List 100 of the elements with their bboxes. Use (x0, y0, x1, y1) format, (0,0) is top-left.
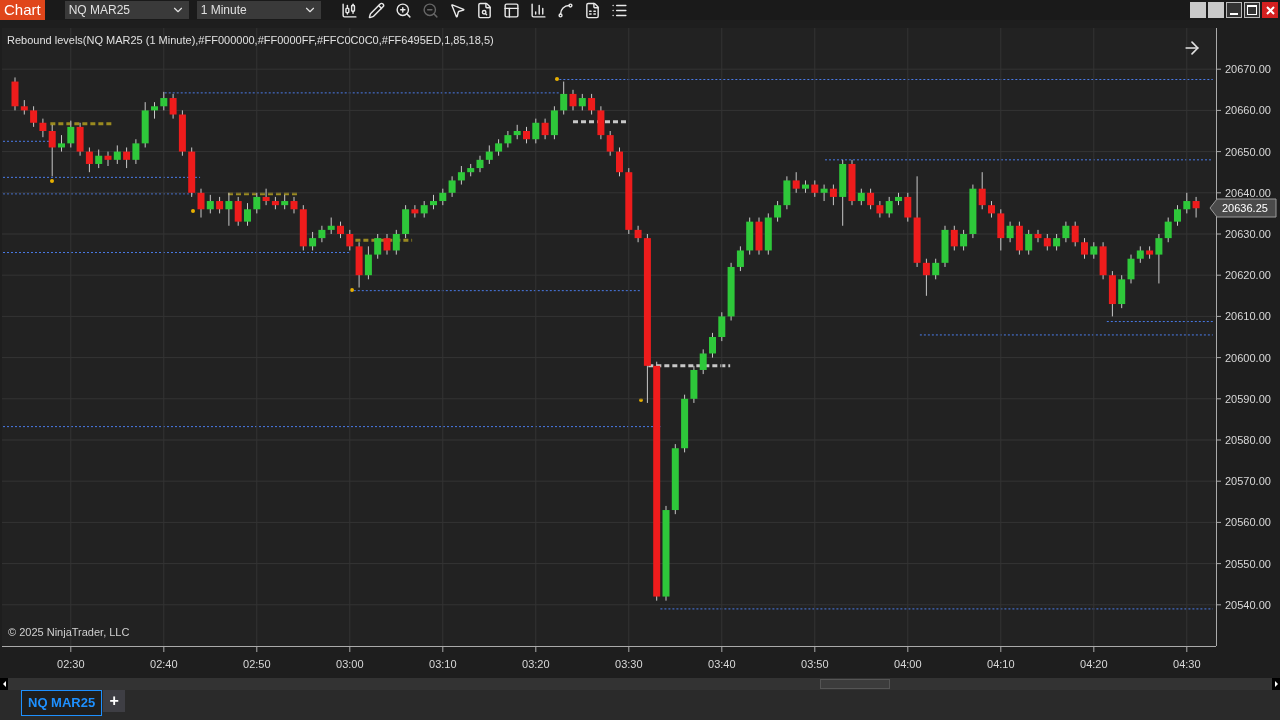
candlestick (476, 155, 484, 173)
zoom-in-icon[interactable] (394, 1, 412, 19)
price-label: 20610.00 (1225, 310, 1271, 323)
candlestick (978, 171, 986, 210)
candlestick (30, 105, 38, 128)
instrument-dropdown[interactable]: NQ MAR25 (64, 1, 189, 19)
candlestick (253, 192, 261, 214)
candlestick (290, 196, 298, 214)
candlestick (1155, 233, 1163, 284)
candlestick (876, 200, 884, 219)
candlestick (485, 144, 493, 165)
candlestick (634, 225, 642, 243)
chart-title-tab[interactable]: Chart (0, 0, 45, 20)
candlestick (867, 188, 875, 210)
pointer-icon[interactable] (448, 1, 466, 19)
time-label: 03:30 (615, 658, 643, 670)
candlestick (541, 118, 549, 140)
time-label: 03:00 (336, 658, 364, 670)
candlestick (588, 93, 596, 116)
candlestick (411, 204, 419, 219)
price-label: 20540.00 (1225, 598, 1271, 611)
price-label: 20670.00 (1225, 63, 1271, 76)
candlestick (48, 124, 56, 177)
price-label: 20630.00 (1225, 228, 1271, 240)
price-label: 20650.00 (1225, 145, 1271, 158)
candlestick (792, 171, 800, 194)
candlestick (560, 81, 568, 116)
close-icon (1265, 5, 1275, 15)
maximize-button[interactable] (1244, 2, 1260, 18)
price-label: 20640.00 (1225, 186, 1271, 199)
instrument-tab[interactable]: NQ MAR25 (21, 690, 103, 716)
candlestick (709, 332, 716, 359)
candlestick (234, 196, 242, 227)
candlestick (132, 138, 140, 165)
candlestick (169, 93, 177, 120)
panels-icon[interactable] (502, 1, 520, 19)
candlestick (104, 151, 112, 167)
close-button[interactable] (1262, 2, 1278, 18)
candlestick (718, 311, 726, 342)
candlestick (699, 348, 707, 375)
candlestick (1034, 229, 1042, 243)
time-label: 02:50 (243, 658, 271, 670)
candlestick (160, 91, 168, 111)
scroll-thumb[interactable] (820, 679, 890, 689)
scroll-right-icon[interactable] (1272, 678, 1280, 690)
add-tab-button[interactable]: + (103, 690, 126, 712)
indicator-label: Rebound levels(NQ MAR25 (1 Minute),#FF000000,#FF0000FF,#FFC0C0C0,#FF6495ED,1,85,18,5) (7, 34, 494, 46)
time-label: 02:40 (150, 658, 178, 670)
candlestick (569, 89, 577, 111)
spreadsheet-icon[interactable] (583, 1, 601, 19)
time-label: 04:10 (987, 658, 1015, 670)
candlestick (1081, 237, 1088, 260)
file-search-icon[interactable] (475, 1, 493, 19)
price-label: 20570.00 (1225, 475, 1271, 488)
candlestick (616, 146, 623, 177)
price-label: 20660.00 (1225, 104, 1271, 117)
candlestick-icon[interactable] (340, 1, 358, 19)
candlestick (364, 245, 372, 280)
line-chart-icon[interactable] (556, 1, 574, 19)
scroll-left-icon[interactable] (0, 678, 8, 690)
candlestick (374, 233, 382, 260)
candlestick (904, 192, 912, 223)
price-label: 20580.00 (1225, 434, 1271, 446)
zoom-out-icon[interactable] (421, 1, 439, 19)
time-label: 03:20 (522, 658, 550, 670)
candlestick (950, 225, 958, 251)
interval-dropdown[interactable]: 1 Minute (196, 1, 321, 19)
last-price-label: 20636.25 (1222, 202, 1268, 214)
candlestick (1006, 221, 1014, 243)
candlestick (829, 184, 837, 206)
candlestick (1025, 229, 1033, 256)
time-label: 03:50 (801, 658, 829, 670)
candlestick (67, 120, 75, 148)
candlestick (820, 184, 828, 202)
candlestick (1062, 221, 1070, 243)
candlestick (960, 229, 968, 251)
candlestick (1192, 196, 1200, 219)
candlestick (206, 194, 214, 214)
price-label: 20560.00 (1225, 516, 1271, 529)
candlestick (774, 200, 782, 223)
candlestick (85, 146, 93, 173)
minimize-button[interactable] (1226, 2, 1242, 18)
candlestick (532, 118, 540, 144)
candlestick (346, 229, 354, 251)
time-label: 04:20 (1080, 658, 1108, 670)
bar-chart-icon[interactable] (529, 1, 547, 19)
time-label: 04:00 (894, 658, 922, 670)
candlestick (309, 231, 317, 251)
pencil-icon[interactable] (367, 1, 385, 19)
candlestick (1164, 217, 1172, 243)
candlestick (1183, 192, 1191, 214)
candlestick (39, 118, 47, 138)
price-label: 20620.00 (1225, 269, 1271, 282)
last-price-badge (1209, 198, 1277, 218)
time-label: 02:30 (57, 658, 85, 670)
price-label: 20550.00 (1225, 557, 1271, 570)
candlestick (457, 165, 465, 186)
candlestick (1127, 254, 1135, 284)
horizontal-scrollbar[interactable] (0, 678, 1280, 690)
candlestick (922, 258, 930, 297)
